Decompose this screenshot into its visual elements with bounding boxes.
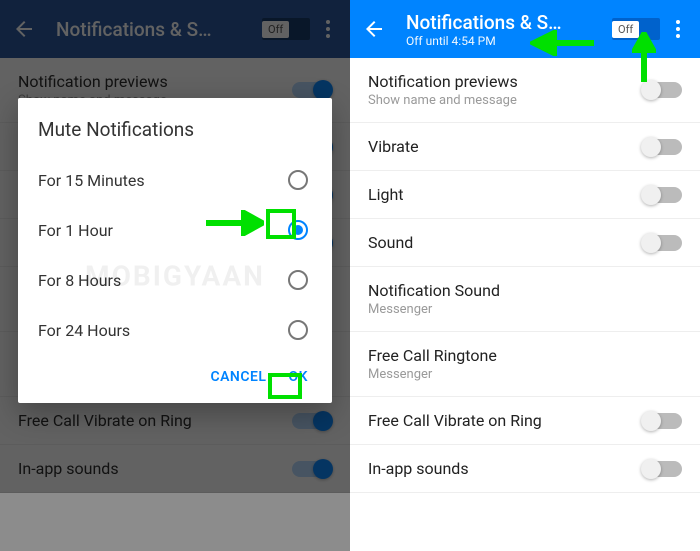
right-screenshot: Notifications & S… Off until 4:54 PM Off…: [350, 0, 700, 551]
mute-option-label: For 1 Hour: [38, 221, 113, 240]
setting-item[interactable]: Notification Sound Messenger: [350, 267, 700, 332]
setting-label: Notification previews: [368, 72, 642, 91]
mute-option[interactable]: For 15 Minutes: [38, 155, 324, 205]
appbar-subtitle: Off until 4:54 PM: [406, 34, 612, 48]
setting-item[interactable]: Vibrate: [350, 123, 700, 171]
mute-option-label: For 8 Hours: [38, 271, 121, 290]
appbar-title-block: Notifications & S… Off until 4:54 PM: [406, 11, 612, 48]
setting-label: Light: [368, 185, 642, 204]
settings-list-right: Notification previews Show name and messa…: [350, 58, 700, 493]
setting-item[interactable]: In-app sounds: [350, 445, 700, 493]
setting-item[interactable]: Free Call Vibrate on Ring: [350, 397, 700, 445]
setting-switch[interactable]: [642, 187, 682, 203]
mute-option[interactable]: For 8 Hours: [38, 255, 324, 305]
setting-label: Free Call Vibrate on Ring: [368, 411, 642, 430]
setting-sublabel: Messenger: [368, 302, 682, 317]
mute-option[interactable]: For 1 Hour: [38, 205, 324, 255]
setting-switch[interactable]: [642, 235, 682, 251]
radio-icon[interactable]: [288, 220, 308, 240]
appbar-master-toggle[interactable]: Off: [612, 18, 660, 40]
setting-item[interactable]: Light: [350, 171, 700, 219]
setting-label: Vibrate: [368, 137, 642, 156]
setting-sublabel: Show name and message: [368, 93, 642, 108]
appbar-title: Notifications & S…: [406, 11, 612, 34]
back-icon[interactable]: [362, 17, 386, 41]
setting-sublabel: Messenger: [368, 367, 682, 382]
master-toggle-pill: Off: [612, 21, 639, 38]
setting-label: Sound: [368, 233, 642, 252]
overflow-icon[interactable]: [668, 17, 688, 41]
cancel-button[interactable]: CANCEL: [210, 369, 266, 385]
setting-item[interactable]: Free Call Ringtone Messenger: [350, 332, 700, 397]
setting-item[interactable]: Sound: [350, 219, 700, 267]
ok-button[interactable]: OK: [288, 369, 308, 385]
dialog-title: Mute Notifications: [38, 118, 324, 141]
mute-option-label: For 15 Minutes: [38, 171, 145, 190]
setting-label: Notification Sound: [368, 281, 682, 300]
radio-icon[interactable]: [288, 320, 308, 340]
setting-item[interactable]: Notification previews Show name and messa…: [350, 58, 700, 123]
mute-option[interactable]: For 24 Hours: [38, 305, 324, 355]
radio-icon[interactable]: [288, 270, 308, 290]
left-screenshot: Notifications & S… Off Notification prev…: [0, 0, 350, 551]
setting-label: Free Call Ringtone: [368, 346, 682, 365]
mute-option-label: For 24 Hours: [38, 321, 130, 340]
dialog-actions: CANCEL OK: [38, 355, 324, 395]
setting-switch[interactable]: [642, 413, 682, 429]
setting-switch[interactable]: [642, 461, 682, 477]
setting-switch[interactable]: [642, 139, 682, 155]
radio-icon[interactable]: [288, 170, 308, 190]
mute-dialog: Mute Notifications For 15 Minutes For 1 H…: [18, 98, 332, 403]
setting-label: In-app sounds: [368, 459, 642, 478]
setting-switch[interactable]: [642, 82, 682, 98]
appbar-right: Notifications & S… Off until 4:54 PM Off: [350, 0, 700, 58]
